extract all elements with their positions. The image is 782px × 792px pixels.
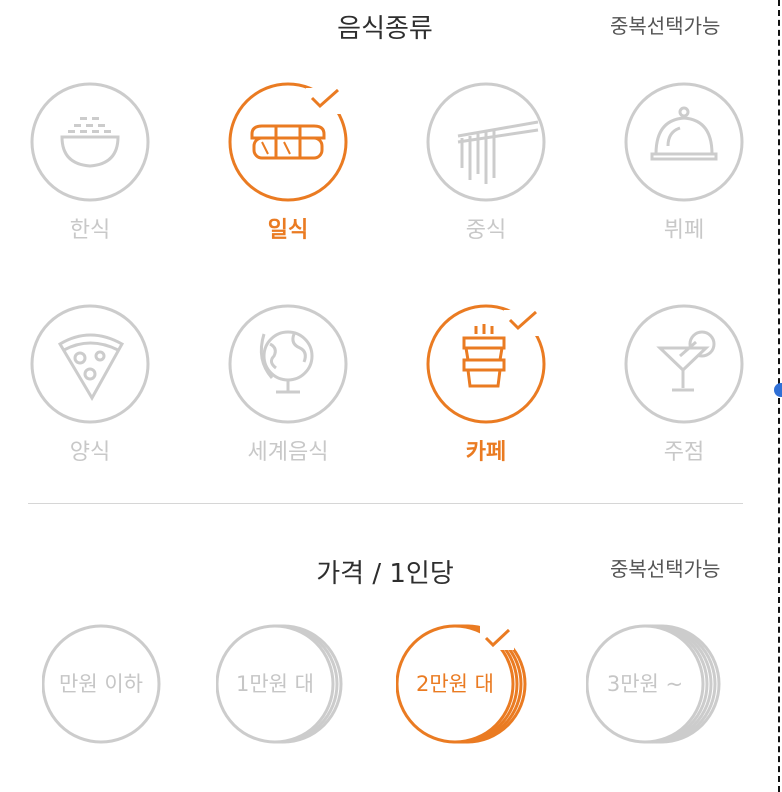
price-multi-select-note: 중복선택가능 [610,557,721,581]
price-option-under-10k[interactable]: 만원 이하 [42,624,192,754]
rice-bowl-icon [30,82,150,202]
food-type-multi-select-note: 중복선택가능 [610,14,721,38]
food-type-buffet[interactable]: 뷔페 [624,82,764,272]
food-type-western[interactable]: 양식 [30,304,170,494]
food-type-label: 세계음식 [247,440,329,465]
food-type-label: 주점 [663,440,705,465]
section-divider [28,503,743,504]
food-type-cafe[interactable]: 카페 [426,304,566,494]
cocktail-icon [624,304,744,424]
food-type-label: 카페 [465,440,507,465]
food-type-world[interactable]: 세계음식 [228,304,368,494]
price-option-10k[interactable]: 1만원 대 [216,624,366,754]
price-title: 가격 / 1인당 [316,559,454,589]
coffee-cup-icon [426,304,546,424]
food-type-label: 뷔페 [663,218,705,243]
resize-handle[interactable] [774,383,782,397]
pizza-icon [30,304,150,424]
food-type-chinese[interactable]: 중식 [426,82,566,272]
price-label: 1만원 대 [236,672,314,696]
food-type-korean[interactable]: 한식 [30,82,170,272]
price-label: 만원 이하 [59,672,143,696]
food-type-label: 일식 [267,218,309,243]
price-label: 3만원 ~ [606,672,684,696]
price-option-30k-plus[interactable]: 3만원 ~ [586,624,736,754]
price-label: 2만원 대 [416,672,494,696]
globe-icon [228,304,348,424]
food-type-label: 한식 [69,218,111,243]
food-type-title: 음식종류 [337,14,433,44]
sushi-icon [228,82,348,202]
food-type-label: 양식 [69,440,111,465]
noodles-chopsticks-icon [426,82,546,202]
food-type-pub[interactable]: 주점 [624,304,764,494]
cloche-icon [624,82,744,202]
food-type-label: 중식 [465,218,507,243]
food-type-japanese[interactable]: 일식 [228,82,368,272]
price-option-20k[interactable]: 2만원 대 [396,624,546,754]
